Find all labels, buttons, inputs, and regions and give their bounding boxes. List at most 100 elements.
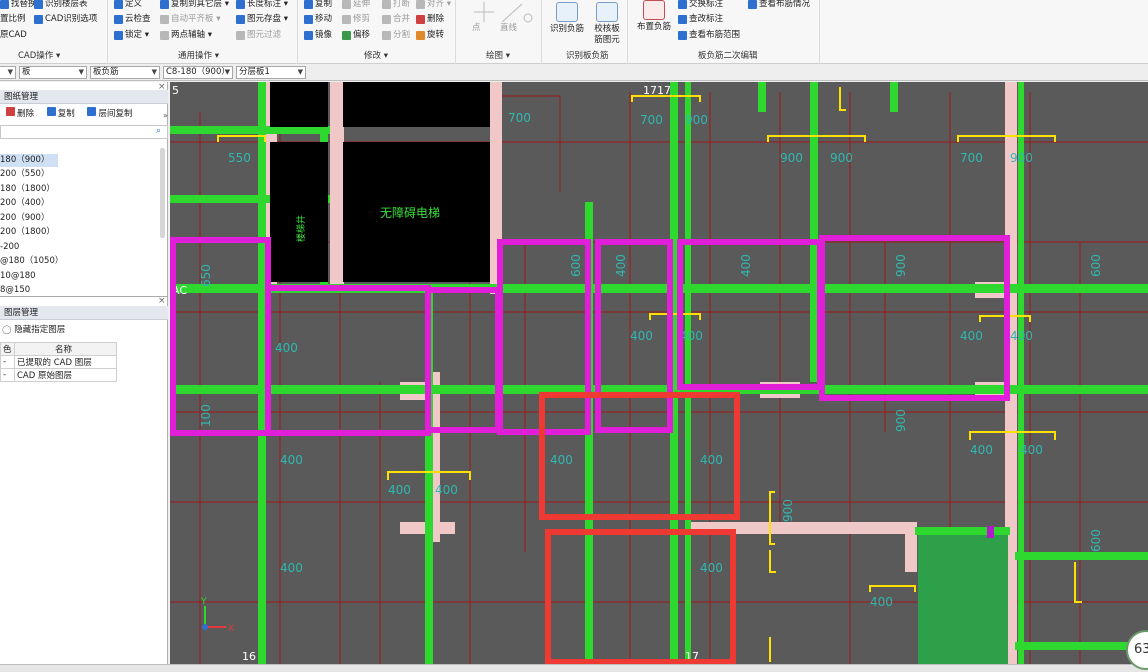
- list-item[interactable]: @180（1050）: [0, 255, 58, 268]
- dim-label: 900: [685, 113, 708, 127]
- view-rebar-layout-button[interactable]: 查看布筋情况: [748, 0, 810, 11]
- identify-rebar-icon: [556, 2, 578, 22]
- original-cad-button[interactable]: 原CAD: [0, 29, 27, 42]
- identify-floor-table-button[interactable]: 识别楼层表: [34, 0, 88, 11]
- save-element-button[interactable]: 图元存盘 ▾: [236, 13, 288, 26]
- copy-to-other-floor-button[interactable]: 复制到其它层 ▾: [160, 0, 229, 11]
- offset-button[interactable]: 偏移: [342, 29, 370, 42]
- chevron-down-icon: ▼: [297, 68, 303, 76]
- rotate-button[interactable]: 旋转: [416, 29, 444, 42]
- list-item[interactable]: 200（400）: [0, 197, 58, 210]
- dim-100: 100: [199, 404, 213, 427]
- close-icon[interactable]: ×: [158, 82, 166, 92]
- swap-icon: [678, 0, 687, 9]
- copy-icon: [304, 0, 313, 9]
- drawing-list-scrollbar[interactable]: [160, 148, 165, 238]
- ribbon-group-common-label: 通用操作 ▾: [178, 51, 219, 61]
- copy-button[interactable]: 复制: [304, 0, 332, 11]
- chevron-down-icon: ▼: [151, 68, 157, 76]
- dim-label: 400: [280, 453, 303, 467]
- draw-line-button[interactable]: 直线: [500, 22, 517, 35]
- radio-icon[interactable]: ◯: [2, 325, 12, 335]
- define-button[interactable]: 定义: [114, 0, 142, 11]
- extend-button[interactable]: 延伸: [342, 0, 370, 11]
- search-icon[interactable]: ⌕: [156, 126, 161, 136]
- list-item[interactable]: 180（900）: [0, 154, 58, 167]
- layer-color-cell[interactable]: -: [0, 355, 15, 369]
- drawing-panel-title: 图纸管理: [0, 90, 168, 104]
- selector-component-category[interactable]: 板负筋 ▼: [90, 66, 160, 79]
- split-button[interactable]: 分割: [382, 29, 410, 42]
- cad-drawing[interactable]: 无障碍电梯 楼梯井 700 550 700 900 900 900 700 90…: [170, 82, 1148, 664]
- drawing-search-input[interactable]: [0, 125, 168, 139]
- layer-table: 色 名称 - 已提取的 CAD 图层 - CAD 原始图层: [0, 342, 117, 382]
- trim-icon: [342, 15, 351, 24]
- column-marker: [987, 526, 994, 538]
- dim-label: 900: [894, 254, 908, 277]
- layer-name-cell: CAD 原始图层: [14, 368, 117, 382]
- length-dimension-button[interactable]: 长度标注 ▾: [236, 0, 288, 11]
- swap-annotation-button[interactable]: 交换标注: [678, 0, 723, 11]
- close-icon[interactable]: ×: [158, 296, 166, 306]
- draw-point-button[interactable]: 点: [472, 22, 481, 35]
- view-rebar-range-button[interactable]: 查看布筋范围: [678, 29, 740, 42]
- list-item[interactable]: -200: [0, 241, 58, 254]
- extend-icon: [342, 0, 351, 9]
- element-filter-button[interactable]: 图元过滤: [236, 29, 281, 42]
- expand-icon[interactable]: »: [163, 111, 168, 120]
- check-slab-rebar-button[interactable]: 校核板筋图元: [588, 2, 626, 46]
- selector-component-type[interactable]: 板 ▼: [19, 66, 87, 79]
- set-scale-button[interactable]: 置比例: [0, 13, 26, 26]
- left-panel: 图纸管理 × 删除 复制 层间复制 » ⌕ 180（900） 200（550） …: [0, 82, 168, 672]
- dim-label: 400: [700, 561, 723, 575]
- selector-floor[interactable]: ▼: [0, 66, 16, 79]
- drawing-canvas[interactable]: 无障碍电梯 楼梯井 700 550 700 900 900 900 700 90…: [170, 82, 1148, 664]
- drawing-floor-copy-button[interactable]: 层间复制: [98, 109, 132, 119]
- list-item[interactable]: 200（1800）: [0, 226, 58, 239]
- column-header: 色: [0, 342, 15, 356]
- edit-annotation-button[interactable]: 查改标注: [678, 13, 723, 26]
- dim-label: 400: [1010, 329, 1033, 343]
- list-item[interactable]: 200（550）: [0, 168, 58, 181]
- cloud-check-button[interactable]: 云检查: [114, 13, 151, 26]
- split-icon: [382, 31, 391, 40]
- hide-specified-layer-toggle[interactable]: 隐藏指定图层: [14, 325, 65, 335]
- lock-icon: [114, 31, 123, 40]
- table-row[interactable]: - 已提取的 CAD 图层: [0, 355, 117, 369]
- ribbon-group-modify-label: 修改 ▾: [364, 51, 388, 61]
- lock-button[interactable]: 锁定 ▾: [114, 29, 149, 42]
- place-negative-rebar-button[interactable]: 布置负筋: [632, 0, 676, 33]
- cloud-icon: [114, 15, 123, 24]
- ribbon-group-secondary-label: 板负筋二次编辑: [698, 51, 758, 61]
- ribbon-group-cad: 找替换 识别楼层表 置比例 CAD识别选项 原CAD CAD操作 ▾: [0, 0, 108, 64]
- two-point-axis-button[interactable]: 两点辅轴 ▾: [160, 29, 212, 42]
- selector-component-name[interactable]: C8-180（900） ▼: [163, 66, 233, 79]
- chevron-down-icon: ▼: [7, 68, 13, 76]
- merge-button[interactable]: 合并: [382, 13, 410, 26]
- find-replace-icon: [0, 0, 9, 9]
- drawing-copy-button[interactable]: 复制: [58, 109, 75, 119]
- break-button[interactable]: 打断: [382, 0, 410, 11]
- table-row[interactable]: - CAD 原始图层: [0, 368, 117, 382]
- delete-button[interactable]: 删除: [416, 13, 444, 26]
- identify-negative-rebar-button[interactable]: 识别负筋: [546, 2, 588, 35]
- find-replace-button[interactable]: 找替换: [0, 0, 37, 11]
- drawing-panel-toolbar: 删除 复制 层间复制: [0, 107, 168, 122]
- ribbon-group-cad-label: CAD操作 ▾: [18, 51, 61, 61]
- move-button[interactable]: 移动: [304, 13, 332, 26]
- drawing-delete-button[interactable]: 删除: [17, 109, 34, 119]
- axis-label-5: 5: [172, 84, 179, 97]
- trim-button[interactable]: 修剪: [342, 13, 370, 26]
- list-item[interactable]: 10@180: [0, 270, 58, 283]
- shaft-label: 楼梯井: [295, 215, 307, 242]
- mirror-button[interactable]: 镜像: [304, 29, 332, 42]
- list-item[interactable]: 180（1800）: [0, 183, 58, 196]
- list-item[interactable]: 200（900）: [0, 212, 58, 225]
- layer-color-cell[interactable]: -: [0, 368, 15, 382]
- selector-layer-slab[interactable]: 分层板1 ▼: [236, 66, 306, 79]
- align-button[interactable]: 对齐 ▾: [416, 0, 451, 11]
- range-icon: [678, 31, 687, 40]
- dim-label: 400: [280, 561, 303, 575]
- auto-align-slab-button[interactable]: 自动平齐板 ▾: [160, 13, 220, 26]
- cad-identify-options-button[interactable]: CAD识别选项: [34, 13, 97, 26]
